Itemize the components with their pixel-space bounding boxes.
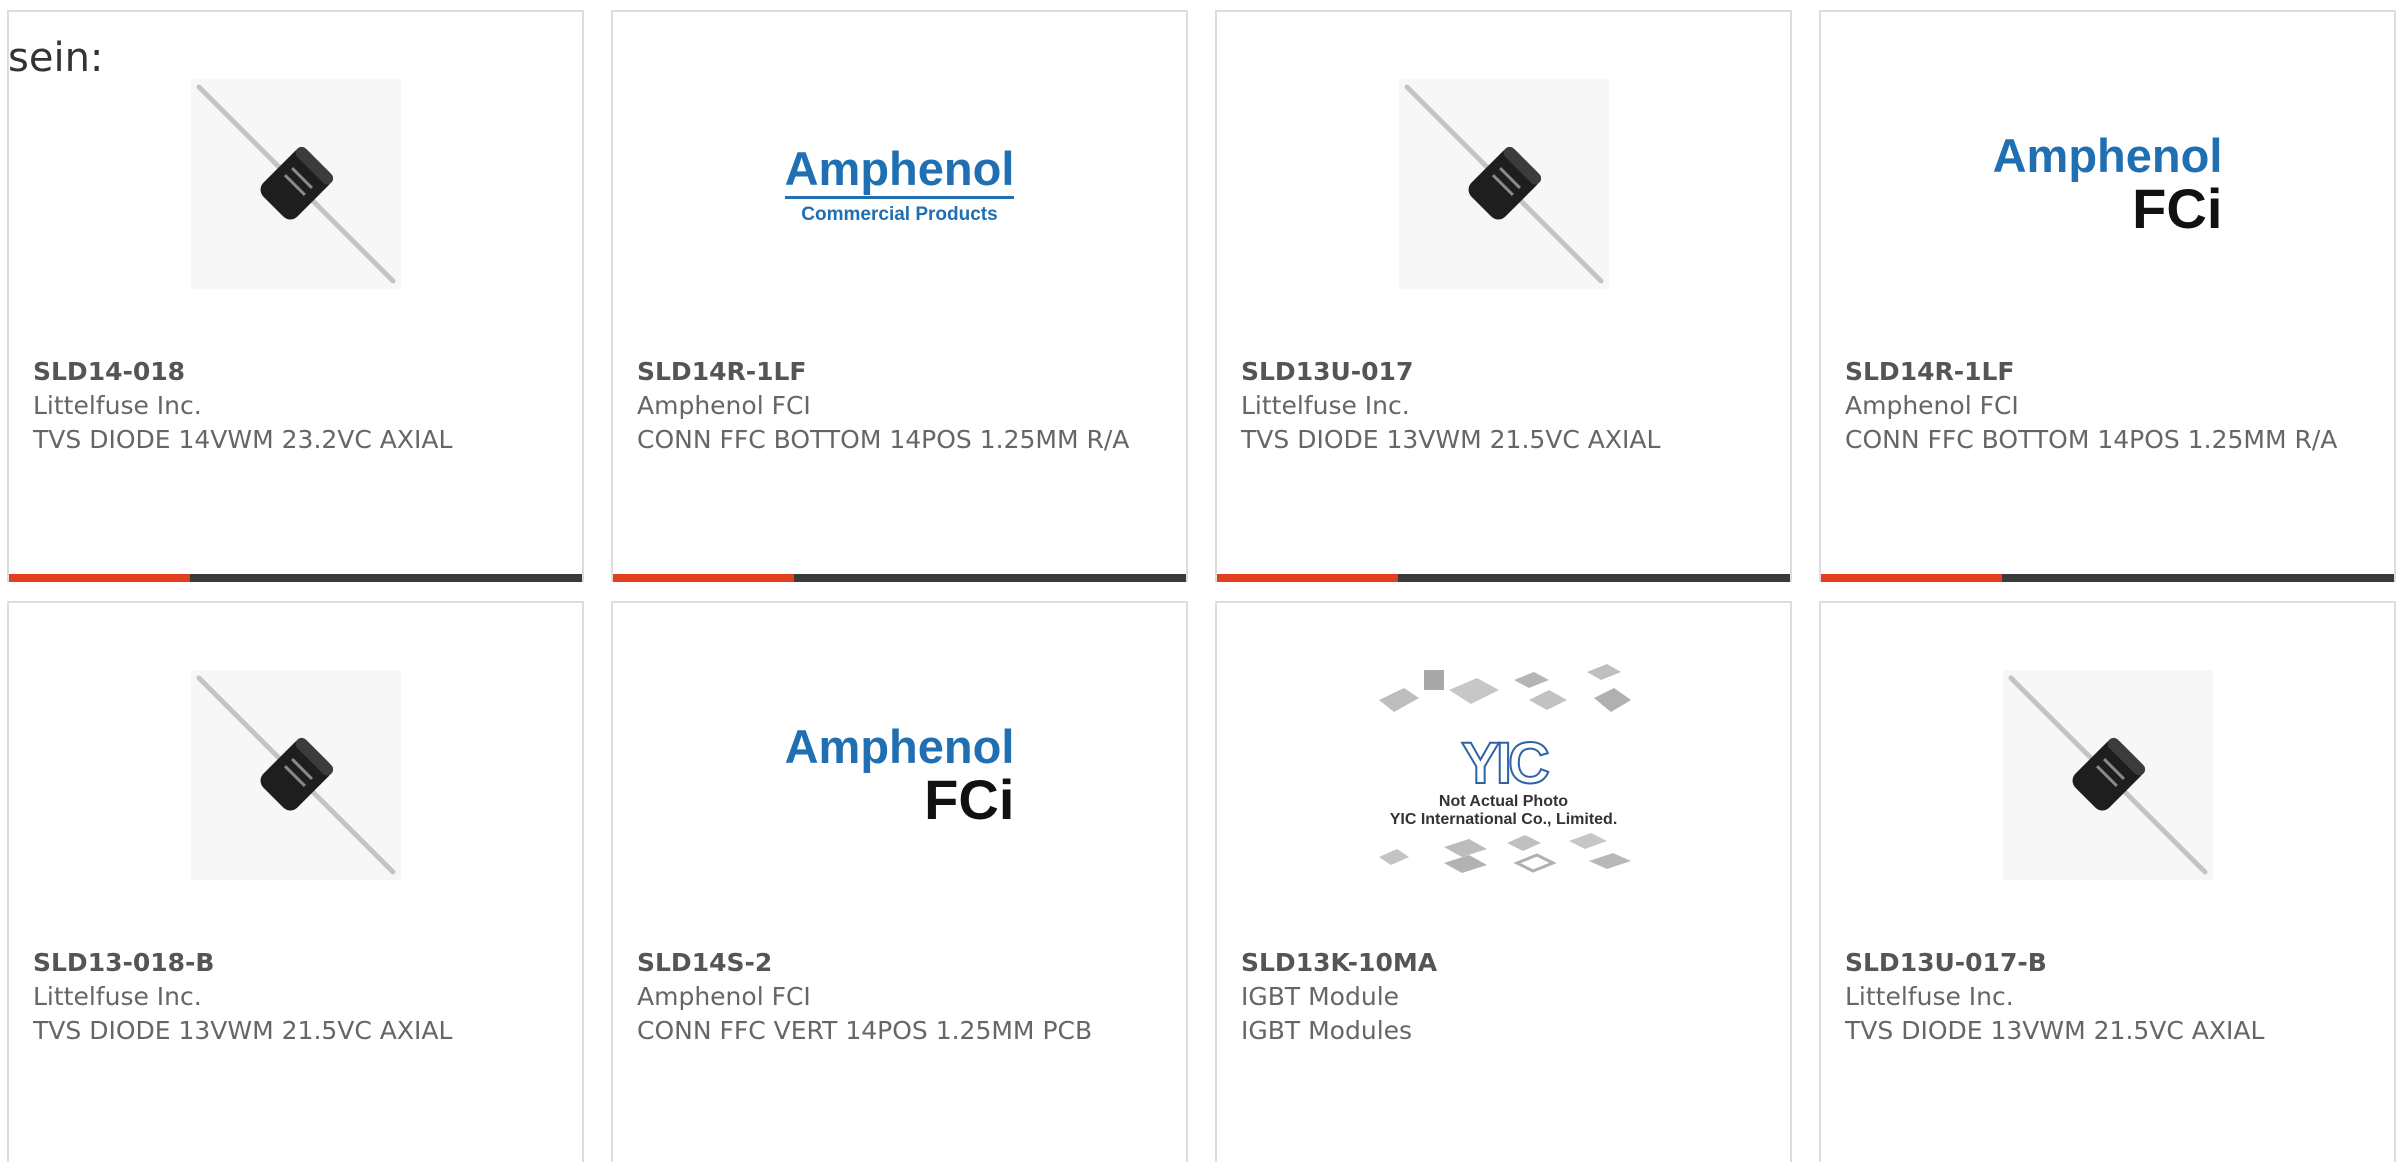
fci-wordmark: FCi <box>924 767 1015 831</box>
manufacturer: Amphenol FCI <box>637 391 811 420</box>
part-number: SLD13U-017-B <box>1845 948 2047 977</box>
product-image: Amphenol FCi <box>1821 74 2394 294</box>
part-number: SLD13K-10MA <box>1241 948 1438 977</box>
yic-caption-line1: Not Actual Photo <box>1438 793 1569 810</box>
product-card[interactable]: SLD13-018-B Littelfuse Inc. TVS DIODE 13… <box>7 601 584 1162</box>
amphenol-commercial-products-logo: Amphenol Commercial Products <box>784 141 1015 225</box>
card-progress-fill <box>9 574 191 582</box>
part-number: SLD14-018 <box>33 357 186 386</box>
description: TVS DIODE 13VWM 21.5VC AXIAL <box>33 1016 453 1045</box>
card-progress-bar <box>9 574 582 582</box>
yic-caption-line2: YIC International Co., Limited. <box>1389 811 1618 828</box>
manufacturer: Littelfuse Inc. <box>33 982 202 1011</box>
product-card[interactable]: SLD13U-017 Littelfuse Inc. TVS DIODE 13V… <box>1215 10 1792 582</box>
axial-diode-image <box>190 670 401 880</box>
description: TVS DIODE 13VWM 21.5VC AXIAL <box>1241 425 1661 454</box>
chip-packages-top-icon <box>1378 664 1631 712</box>
description: CONN FFC BOTTOM 14POS 1.25MM R/A <box>637 425 1130 454</box>
product-card[interactable]: Amphenol FCi SLD14S-2 Amphenol FCI CONN … <box>611 601 1188 1162</box>
amphenol-fci-logo: Amphenol FCi <box>1993 132 2223 237</box>
product-image: YIC Not Actual Photo YIC International C… <box>1217 664 1790 885</box>
yic-not-actual-photo-image: YIC Not Actual Photo YIC International C… <box>1369 660 1639 890</box>
card-progress-bar <box>1217 574 1790 582</box>
product-grid-page: sein: SLD14-018 Littelfuse Inc. TVS DIOD… <box>0 0 2400 1162</box>
description: TVS DIODE 13VWM 21.5VC AXIAL <box>1845 1016 2265 1045</box>
product-info: SLD13U-017 Littelfuse Inc. TVS DIODE 13V… <box>1241 355 1770 457</box>
manufacturer: Littelfuse Inc. <box>1845 982 2014 1011</box>
description: TVS DIODE 14VWM 23.2VC AXIAL <box>33 425 453 454</box>
card-progress-fill <box>613 574 795 582</box>
product-info: SLD13-018-B Littelfuse Inc. TVS DIODE 13… <box>33 946 562 1048</box>
commercial-products-wordmark: Commercial Products <box>801 203 998 225</box>
part-number: SLD13U-017 <box>1241 357 1414 386</box>
intro-text: sein: <box>8 35 104 81</box>
part-number: SLD14R-1LF <box>637 357 807 386</box>
card-progress-bar <box>613 574 1186 582</box>
manufacturer: Amphenol FCI <box>637 982 811 1011</box>
manufacturer: Littelfuse Inc. <box>33 391 202 420</box>
yic-wordmark: YIC <box>1460 731 1551 796</box>
product-card[interactable]: YIC Not Actual Photo YIC International C… <box>1215 601 1792 1162</box>
product-card[interactable]: Amphenol Commercial Products SLD14R-1LF … <box>611 10 1188 582</box>
product-info: SLD13K-10MA IGBT Module IGBT Modules <box>1241 946 1770 1048</box>
axial-diode-image <box>1398 79 1609 289</box>
product-card[interactable]: SLD14-018 Littelfuse Inc. TVS DIODE 14VW… <box>7 10 584 582</box>
axial-diode-image <box>190 79 401 289</box>
manufacturer: Amphenol FCI <box>1845 391 2019 420</box>
part-number: SLD14R-1LF <box>1845 357 2015 386</box>
part-number: SLD14S-2 <box>637 948 773 977</box>
product-info: SLD13U-017-B Littelfuse Inc. TVS DIODE 1… <box>1845 946 2374 1048</box>
axial-diode-image <box>2002 670 2213 880</box>
product-image <box>9 665 582 885</box>
product-info: SLD14S-2 Amphenol FCI CONN FFC VERT 14PO… <box>637 946 1166 1048</box>
logo-underline <box>784 195 1015 199</box>
product-card[interactable]: SLD13U-017-B Littelfuse Inc. TVS DIODE 1… <box>1819 601 2396 1162</box>
amphenol-wordmark: Amphenol <box>784 719 1015 773</box>
amphenol-wordmark: Amphenol <box>1992 128 2223 182</box>
product-info: SLD14R-1LF Amphenol FCI CONN FFC BOTTOM … <box>1845 355 2374 457</box>
product-image <box>1217 74 1790 294</box>
amphenol-fci-logo: Amphenol FCi <box>785 723 1015 828</box>
manufacturer: IGBT Module <box>1241 982 1400 1011</box>
card-progress-fill <box>1217 574 1399 582</box>
manufacturer: Littelfuse Inc. <box>1241 391 1410 420</box>
fci-wordmark: FCi <box>2132 176 2223 240</box>
product-image <box>9 74 582 294</box>
product-image <box>1821 665 2394 885</box>
amphenol-wordmark: Amphenol <box>784 141 1015 195</box>
card-progress-bar <box>1821 574 2394 582</box>
product-image: Amphenol Commercial Products <box>613 74 1186 294</box>
product-image: Amphenol FCi <box>613 665 1186 885</box>
chip-packages-bottom-icon <box>1378 833 1631 873</box>
product-info: SLD14-018 Littelfuse Inc. TVS DIODE 14VW… <box>33 355 562 457</box>
part-number: SLD13-018-B <box>33 948 215 977</box>
card-progress-fill <box>1821 574 2003 582</box>
description: CONN FFC VERT 14POS 1.25MM PCB <box>637 1016 1093 1045</box>
product-info: SLD14R-1LF Amphenol FCI CONN FFC BOTTOM … <box>637 355 1166 457</box>
description: IGBT Modules <box>1241 1016 1413 1045</box>
product-card[interactable]: Amphenol FCi SLD14R-1LF Amphenol FCI CON… <box>1819 10 2396 582</box>
description: CONN FFC BOTTOM 14POS 1.25MM R/A <box>1845 425 2338 454</box>
